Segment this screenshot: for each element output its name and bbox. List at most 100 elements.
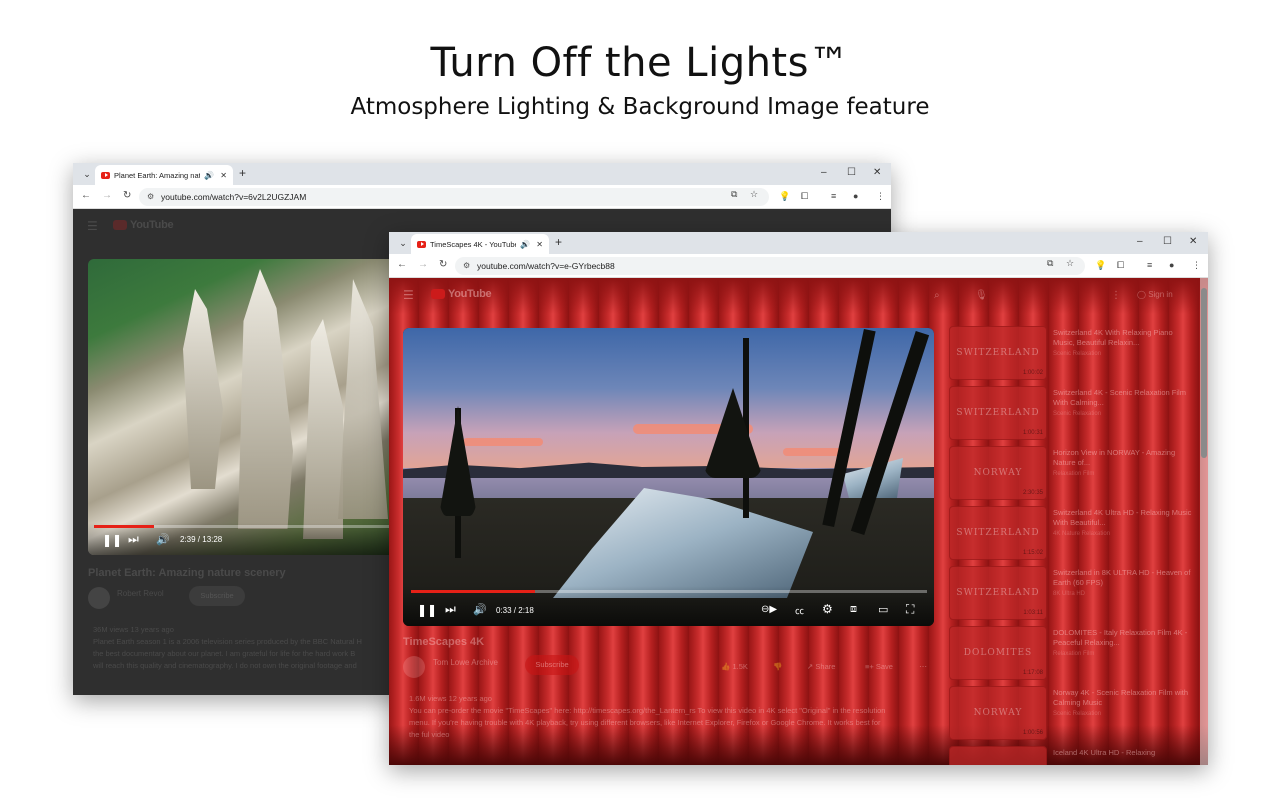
miniplayer-icon[interactable]: ⧈ bbox=[850, 603, 857, 616]
video-progress-bar[interactable] bbox=[411, 590, 927, 593]
profile-avatar-icon[interactable]: ● bbox=[1169, 260, 1174, 270]
back-icon[interactable]: ← bbox=[397, 259, 407, 270]
install-app-icon[interactable]: ⧉ bbox=[731, 189, 737, 200]
youtube-logo[interactable]: YouTube bbox=[113, 219, 174, 231]
like-button[interactable]: 👍 1.5K bbox=[721, 662, 748, 671]
share-button[interactable]: ↗ Share bbox=[807, 662, 835, 671]
video-player[interactable]: ❚❚ ⏭ 🔊 0:33 / 2:18 ⊖▶ ㏄ ⚙ ⧈ ▭ ⛶ bbox=[403, 328, 934, 626]
lightbulb-extension-icon[interactable]: 💡 bbox=[779, 191, 790, 202]
scrollbar-thumb[interactable] bbox=[1201, 288, 1207, 458]
settings-gear-icon[interactable]: ⚙ bbox=[822, 602, 833, 616]
forward-icon[interactable]: → bbox=[418, 259, 428, 270]
close-tab-icon[interactable]: ✕ bbox=[220, 171, 227, 180]
related-video-title[interactable]: Horizon View in NORWAY - Amazing Nature … bbox=[1053, 448, 1193, 468]
address-bar[interactable]: ⚙ youtube.com/watch?v=6v2L2UGZJAM bbox=[139, 188, 769, 206]
minimize-icon[interactable]: – bbox=[821, 167, 827, 178]
dislike-icon[interactable]: 👎 bbox=[773, 662, 782, 671]
media-control-icon[interactable]: ≡ bbox=[1147, 260, 1152, 270]
page-scrollbar[interactable] bbox=[1200, 278, 1208, 765]
related-video-item[interactable]: DOLOMITES 1:17:08 DOLOMITES - Italy Relaxa… bbox=[949, 626, 1197, 682]
pause-icon[interactable]: ❚❚ bbox=[102, 533, 122, 547]
tab-timescapes[interactable]: TimeScapes 4K - YouTube 🔊 ✕ bbox=[411, 234, 549, 254]
lightbulb-extension-icon[interactable]: 💡 bbox=[1095, 260, 1106, 271]
profile-avatar-icon[interactable]: ● bbox=[853, 191, 858, 201]
tab-planet-earth[interactable]: Planet Earth: Amazing natu 🔊 ✕ bbox=[95, 165, 233, 185]
related-video-item[interactable]: SWITZERLAND 1:00:02 Switzerland 4K With Re… bbox=[949, 326, 1197, 382]
maximize-icon[interactable]: ☐ bbox=[847, 167, 856, 178]
forward-icon[interactable]: → bbox=[102, 190, 112, 201]
volume-icon[interactable]: 🔊 bbox=[156, 533, 170, 546]
menu-kebab-icon[interactable]: ⋮ bbox=[876, 191, 885, 202]
tab-search-icon[interactable]: ⌄ bbox=[79, 167, 95, 181]
install-app-icon[interactable]: ⧉ bbox=[1047, 258, 1053, 269]
channel-name[interactable]: Tom Lowe Archive bbox=[433, 658, 498, 667]
reload-icon[interactable]: ↻ bbox=[439, 259, 447, 270]
related-video-item[interactable]: SWITZERLAND 1:00:31 Switzerland 4K - Sceni… bbox=[949, 386, 1197, 442]
minimize-icon[interactable]: – bbox=[1137, 236, 1143, 247]
related-video-item[interactable]: SWITZERLAND 1:15:02 Switzerland 4K Ultra H… bbox=[949, 506, 1197, 562]
related-video-item[interactable]: SWITZERLAND 1:03:11 Switzerland in 8K ULTR… bbox=[949, 566, 1197, 622]
bookmark-star-icon[interactable]: ☆ bbox=[1066, 258, 1074, 269]
related-video-thumbnail[interactable]: SWITZERLAND 1:00:02 bbox=[949, 326, 1047, 380]
subscribe-button[interactable]: Subscribe bbox=[525, 655, 579, 675]
youtube-logo[interactable]: YouTube bbox=[431, 288, 492, 300]
speaker-icon[interactable]: 🔊 bbox=[520, 240, 530, 249]
related-video-thumbnail[interactable]: SWITZERLAND 1:00:31 bbox=[949, 386, 1047, 440]
more-actions-icon[interactable]: ⋯ bbox=[919, 662, 927, 671]
reload-icon[interactable]: ↻ bbox=[123, 190, 131, 201]
back-icon[interactable]: ← bbox=[81, 190, 91, 201]
related-video-item[interactable]: ICELAND Iceland 4K Ultra HD - Relaxing bbox=[949, 746, 1197, 765]
related-video-item[interactable]: NORWAY 1:00:56 Norway 4K - Scenic Relaxati… bbox=[949, 686, 1197, 742]
volume-icon[interactable]: 🔊 bbox=[473, 603, 487, 616]
related-video-title[interactable]: Switzerland in 8K ULTRA HD - Heaven of E… bbox=[1053, 568, 1193, 588]
save-button[interactable]: ≡+ Save bbox=[865, 662, 893, 671]
captions-icon[interactable]: ㏄ bbox=[795, 604, 804, 617]
video-player[interactable]: ❚❚ ⏭ 🔊 2:39 / 13:28 bbox=[88, 259, 408, 555]
new-tab-icon[interactable]: + bbox=[239, 166, 246, 180]
site-info-icon[interactable]: ⚙ bbox=[463, 261, 470, 270]
media-control-icon[interactable]: ≡ bbox=[831, 191, 836, 201]
hamburger-icon[interactable]: ☰ bbox=[87, 219, 98, 233]
theater-mode-icon[interactable]: ▭ bbox=[878, 603, 888, 616]
extensions-puzzle-icon[interactable]: ⧠ bbox=[1117, 260, 1124, 271]
extensions-puzzle-icon[interactable]: ⧠ bbox=[801, 191, 808, 202]
channel-avatar[interactable] bbox=[403, 656, 425, 678]
address-bar[interactable]: ⚙ youtube.com/watch?v=e-GYrbecb88 bbox=[455, 257, 1085, 275]
close-window-icon[interactable]: ✕ bbox=[1189, 236, 1197, 247]
tab-search-icon[interactable]: ⌄ bbox=[395, 236, 411, 250]
next-icon[interactable]: ⏭ bbox=[128, 532, 139, 547]
related-video-thumbnail[interactable]: SWITZERLAND 1:15:02 bbox=[949, 506, 1047, 560]
site-info-icon[interactable]: ⚙ bbox=[147, 192, 154, 201]
subscribe-button[interactable]: Subscribe bbox=[189, 586, 245, 606]
related-video-thumbnail[interactable]: ICELAND bbox=[949, 746, 1047, 765]
speaker-icon[interactable]: 🔊 bbox=[204, 171, 214, 180]
hamburger-icon[interactable]: ☰ bbox=[403, 288, 414, 302]
channel-name[interactable]: Robert Revol bbox=[117, 589, 164, 598]
related-video-title[interactable]: Switzerland 4K Ultra HD - Relaxing Music… bbox=[1053, 508, 1193, 528]
video-progress-bar[interactable] bbox=[94, 525, 394, 528]
maximize-icon[interactable]: ☐ bbox=[1163, 236, 1172, 247]
related-video-title[interactable]: Switzerland 4K - Scenic Relaxation Film … bbox=[1053, 388, 1193, 408]
menu-kebab-icon[interactable]: ⋮ bbox=[1192, 260, 1201, 271]
close-window-icon[interactable]: ✕ bbox=[873, 167, 881, 178]
related-video-title[interactable]: Norway 4K - Scenic Relaxation Film with … bbox=[1053, 688, 1193, 708]
related-video-thumbnail[interactable]: DOLOMITES 1:17:08 bbox=[949, 626, 1047, 680]
microphone-icon[interactable]: 🎙 bbox=[975, 290, 988, 301]
related-video-item[interactable]: NORWAY 2:30:35 Horizon View in NORWAY - Am… bbox=[949, 446, 1197, 502]
related-video-title[interactable]: DOLOMITES - Italy Relaxation Film 4K - P… bbox=[1053, 628, 1193, 648]
related-video-thumbnail[interactable]: NORWAY 2:30:35 bbox=[949, 446, 1047, 500]
related-video-title[interactable]: Switzerland 4K With Relaxing Piano Music… bbox=[1053, 328, 1193, 348]
search-icon[interactable]: ⌕ bbox=[934, 290, 940, 301]
autoplay-toggle-icon[interactable]: ⊖▶ bbox=[761, 604, 777, 615]
bookmark-star-icon[interactable]: ☆ bbox=[750, 189, 758, 200]
settings-kebab-icon[interactable]: ⋮ bbox=[1111, 290, 1121, 301]
fullscreen-icon[interactable]: ⛶ bbox=[906, 602, 914, 617]
pause-icon[interactable]: ❚❚ bbox=[417, 603, 437, 617]
close-tab-icon[interactable]: ✕ bbox=[536, 240, 543, 249]
related-video-title[interactable]: Iceland 4K Ultra HD - Relaxing bbox=[1053, 748, 1193, 758]
related-video-thumbnail[interactable]: NORWAY 1:00:56 bbox=[949, 686, 1047, 740]
new-tab-icon[interactable]: + bbox=[555, 235, 562, 249]
sign-in-button[interactable]: ◯ Sign in bbox=[1137, 290, 1173, 299]
next-icon[interactable]: ⏭ bbox=[445, 602, 456, 617]
related-video-thumbnail[interactable]: SWITZERLAND 1:03:11 bbox=[949, 566, 1047, 620]
